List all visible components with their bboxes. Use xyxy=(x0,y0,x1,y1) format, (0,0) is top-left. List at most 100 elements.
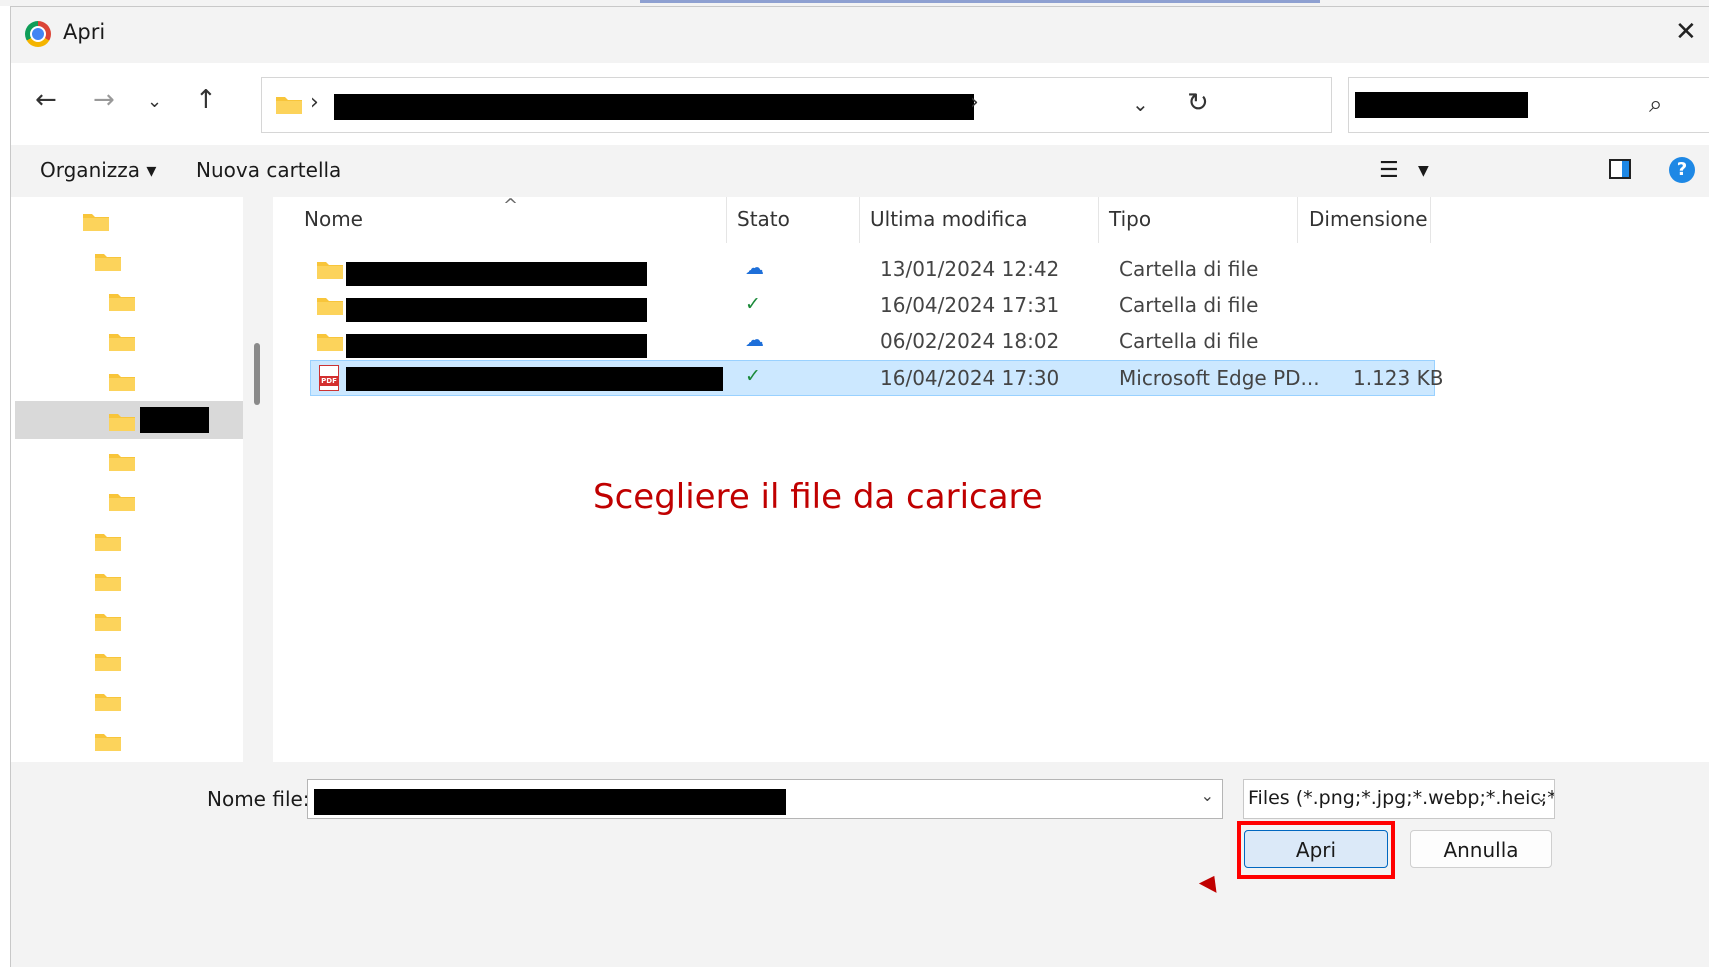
help-icon[interactable]: ? xyxy=(1669,157,1695,183)
sidebar-item[interactable] xyxy=(15,521,243,559)
sidebar-item[interactable] xyxy=(15,681,243,719)
chrome-icon xyxy=(25,21,51,47)
sidebar-item[interactable] xyxy=(15,241,243,279)
folder-icon xyxy=(95,614,121,631)
instruction-annotation: Scegliere il file da caricare xyxy=(593,477,1043,517)
redacted-path xyxy=(334,94,974,120)
file-type-filter[interactable]: Files (*.png;*.jpg;*.webp;*.heic;*. ⌄ xyxy=(1243,779,1555,819)
folder-icon xyxy=(109,334,135,351)
highlight-box xyxy=(1237,821,1395,879)
address-bar[interactable]: › › ⌄ ↻ xyxy=(261,77,1332,133)
search-box[interactable]: ⌕ xyxy=(1348,77,1709,133)
file-row[interactable]: ✓ 16/04/2024 17:31 Cartella di file xyxy=(310,287,1435,323)
up-arrow-icon[interactable]: ↑ xyxy=(195,85,217,115)
modified-cell: 16/04/2024 17:30 xyxy=(880,366,1060,390)
size-cell: 1.123 KB xyxy=(1353,366,1444,390)
file-row[interactable]: ☁ 06/02/2024 18:02 Cartella di file xyxy=(310,323,1435,359)
cancel-button[interactable]: Annulla xyxy=(1410,830,1552,868)
filename-label: Nome file: xyxy=(207,787,310,811)
column-header-size[interactable]: Dimensione xyxy=(1309,207,1428,231)
scrollbar-thumb[interactable] xyxy=(254,343,260,405)
modified-cell: 16/04/2024 17:31 xyxy=(880,293,1060,317)
folder-icon xyxy=(109,374,135,391)
pdf-icon: PDF xyxy=(319,365,339,391)
column-header-name[interactable]: Nome xyxy=(304,207,363,231)
breadcrumb-end-caret: › xyxy=(970,90,979,115)
annotation-arrow-icon xyxy=(1198,871,1224,893)
folder-icon xyxy=(95,654,121,671)
sidebar-item-selected[interactable] xyxy=(15,401,243,439)
chevron-down-icon[interactable]: ⌄ xyxy=(1535,787,1548,806)
redacted-filename xyxy=(346,262,647,286)
sort-caret-icon: ^ xyxy=(503,195,519,216)
folder-icon xyxy=(109,414,135,431)
sidebar-item[interactable] xyxy=(15,441,243,479)
refresh-icon[interactable]: ↻ xyxy=(1187,88,1209,118)
folder-icon xyxy=(317,298,343,315)
folder-icon xyxy=(317,262,343,279)
type-cell: Cartella di file xyxy=(1119,329,1259,353)
redacted-folder-name xyxy=(140,407,209,433)
navigation-bar: ← → ⌄ ↑ › › ⌄ ↻ ⌕ xyxy=(11,63,1709,145)
synced-check-icon: ✓ xyxy=(745,293,761,315)
column-divider[interactable] xyxy=(1098,197,1099,243)
column-divider[interactable] xyxy=(1297,197,1298,243)
synced-check-icon: ✓ xyxy=(745,365,761,387)
sidebar-item[interactable] xyxy=(15,561,243,599)
address-dropdown-chevron-icon[interactable]: ⌄ xyxy=(1132,92,1149,116)
chevron-down-icon[interactable]: ⌄ xyxy=(1201,786,1214,805)
sidebar-scrollbar[interactable] xyxy=(245,197,271,762)
file-row[interactable]: ☁ 13/01/2024 12:42 Cartella di file xyxy=(310,251,1435,287)
redacted-filename-value xyxy=(314,789,786,815)
folder-icon xyxy=(109,494,135,511)
folder-icon xyxy=(95,734,121,751)
redacted-filename xyxy=(346,367,723,391)
title-bar: Apri ✕ xyxy=(11,7,1709,57)
column-header-type[interactable]: Tipo xyxy=(1109,207,1151,231)
sidebar-item[interactable] xyxy=(15,361,243,399)
preview-pane-icon[interactable] xyxy=(1609,159,1631,179)
folder-icon xyxy=(317,334,343,351)
file-type-filter-value: Files (*.png;*.jpg;*.webp;*.heic;*. xyxy=(1248,787,1555,809)
forward-arrow-icon[interactable]: → xyxy=(93,85,115,115)
cloud-icon: ☁ xyxy=(745,257,764,279)
navigation-pane xyxy=(11,197,243,762)
folder-icon xyxy=(95,574,121,591)
redacted-filename xyxy=(346,298,647,322)
organize-button[interactable]: Organizza ▾ xyxy=(40,158,156,182)
type-cell: Microsoft Edge PD... xyxy=(1119,366,1320,390)
command-toolbar: Organizza ▾ Nuova cartella ☰ ▼ ? xyxy=(11,145,1709,197)
sidebar-item[interactable] xyxy=(15,281,243,319)
column-divider[interactable] xyxy=(726,197,727,243)
window-title: Apri xyxy=(63,20,106,44)
file-list: Nome ^ Stato Ultima modifica Tipo Dimens… xyxy=(273,195,1709,762)
redacted-search-text xyxy=(1355,92,1528,118)
modified-cell: 13/01/2024 12:42 xyxy=(880,257,1060,281)
view-options-icon[interactable]: ☰ xyxy=(1379,158,1399,183)
column-header-status[interactable]: Stato xyxy=(737,207,790,231)
view-dropdown-caret-icon[interactable]: ▼ xyxy=(1418,163,1429,179)
filename-input[interactable]: ⌄ xyxy=(307,779,1223,819)
sidebar-item[interactable] xyxy=(15,721,243,759)
new-folder-button[interactable]: Nuova cartella xyxy=(196,158,341,182)
recent-locations-chevron-icon[interactable]: ⌄ xyxy=(147,91,162,112)
sidebar-item[interactable] xyxy=(15,641,243,679)
open-file-dialog: Apri ✕ ← → ⌄ ↑ › › ⌄ ↻ ⌕ Organizza ▾ Nuo… xyxy=(10,6,1709,967)
type-cell: Cartella di file xyxy=(1119,257,1259,281)
sidebar-item[interactable] xyxy=(15,601,243,639)
back-arrow-icon[interactable]: ← xyxy=(35,85,57,115)
sidebar-item[interactable] xyxy=(15,481,243,519)
folder-icon xyxy=(95,534,121,551)
folder-icon xyxy=(95,254,121,271)
folder-icon xyxy=(109,454,135,471)
column-divider[interactable] xyxy=(859,197,860,243)
type-cell: Cartella di file xyxy=(1119,293,1259,317)
sidebar-item[interactable] xyxy=(15,201,243,239)
close-icon[interactable]: ✕ xyxy=(1675,17,1697,47)
sidebar-item[interactable] xyxy=(15,321,243,359)
column-header-modified[interactable]: Ultima modifica xyxy=(870,207,1028,231)
column-divider[interactable] xyxy=(1430,197,1431,243)
file-row-selected[interactable]: PDF ✓ 16/04/2024 17:30 Microsoft Edge PD… xyxy=(310,360,1443,396)
search-icon[interactable]: ⌕ xyxy=(1649,90,1662,118)
folder-icon xyxy=(276,97,302,114)
